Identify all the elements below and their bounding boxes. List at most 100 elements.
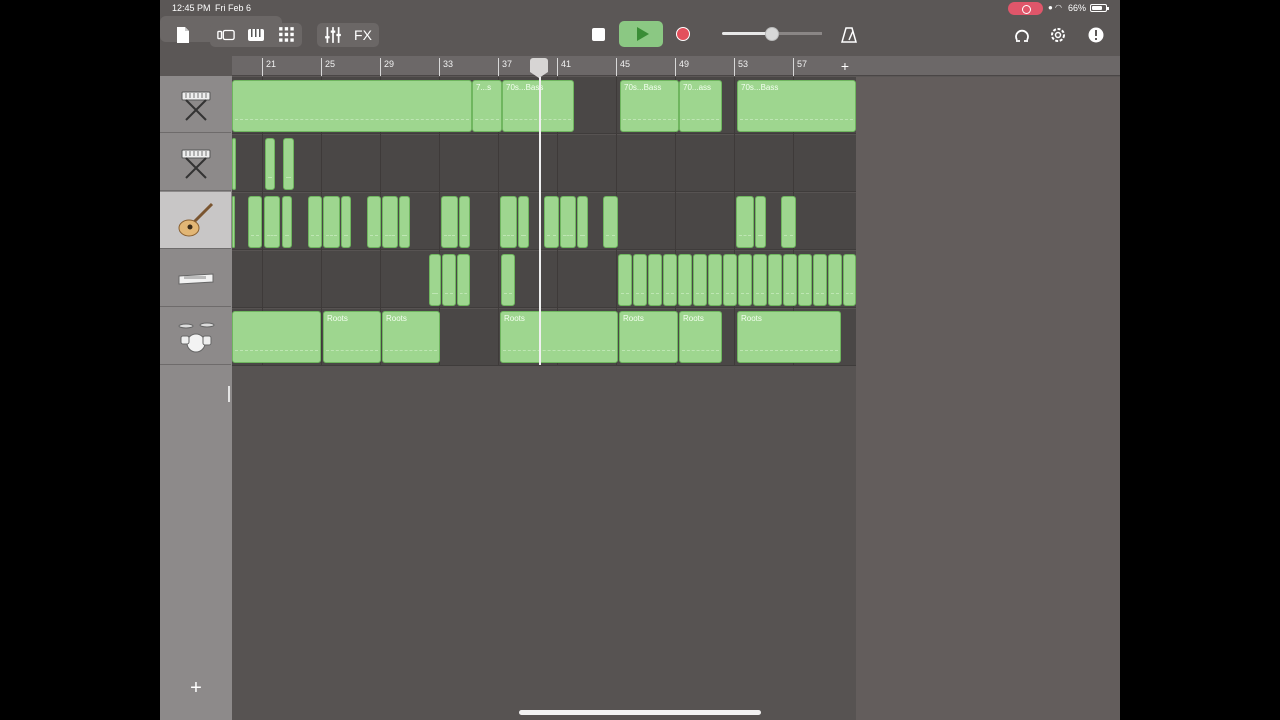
region[interactable]: [708, 254, 722, 306]
region[interactable]: Roots: [500, 311, 618, 363]
region[interactable]: [736, 196, 754, 248]
region[interactable]: [308, 196, 322, 248]
track-header-keyboard[interactable]: [160, 76, 231, 133]
wifi-icon: ● ◠: [1048, 3, 1063, 12]
region[interactable]: [783, 254, 797, 306]
region[interactable]: [382, 196, 398, 248]
region[interactable]: [693, 254, 707, 306]
region[interactable]: [399, 196, 410, 248]
region-label: 70s...Bass: [624, 83, 662, 92]
region[interactable]: [282, 196, 292, 248]
region[interactable]: 70s...Bass: [502, 80, 574, 132]
region[interactable]: Roots: [323, 311, 381, 363]
loop-icon[interactable]: [1012, 25, 1032, 45]
track-lane[interactable]: [232, 135, 856, 192]
region[interactable]: 70s...Bass: [737, 80, 856, 132]
track-header-synth[interactable]: [160, 250, 231, 307]
region[interactable]: [429, 254, 441, 306]
region[interactable]: 70...ass: [679, 80, 722, 132]
garageband-screen: 12:45 PM Fri Feb 6 ● ◠ 66% FX 21 25 29 3…: [160, 0, 1120, 720]
track-resize-handle[interactable]: [228, 386, 230, 402]
region[interactable]: [232, 196, 235, 248]
region[interactable]: [232, 80, 472, 132]
region[interactable]: [441, 196, 458, 248]
region[interactable]: 7...s: [472, 80, 502, 132]
region[interactable]: [560, 196, 576, 248]
battery-percentage: 66%: [1068, 3, 1087, 13]
play-button[interactable]: [619, 21, 663, 47]
region[interactable]: [738, 254, 752, 306]
region[interactable]: [264, 196, 280, 248]
region[interactable]: [577, 196, 588, 248]
bar-number: 29: [384, 59, 395, 69]
ruler-tick: [262, 58, 263, 76]
add-section-button[interactable]: +: [838, 58, 852, 74]
track-headers: [160, 76, 232, 720]
region[interactable]: [798, 254, 812, 306]
settings-icon[interactable]: [1048, 25, 1068, 45]
browser-icon[interactable]: [212, 23, 240, 47]
region[interactable]: [603, 196, 618, 248]
add-track-button[interactable]: +: [186, 677, 206, 699]
track-header-keyboard-2[interactable]: [160, 134, 231, 191]
region[interactable]: [544, 196, 559, 248]
region[interactable]: [648, 254, 662, 306]
record-button[interactable]: [666, 22, 700, 46]
ruler-empty-area: [856, 56, 1120, 76]
screen-recording-indicator[interactable]: [1008, 2, 1043, 15]
region-label: 70...ass: [683, 83, 712, 92]
region[interactable]: [755, 196, 766, 248]
region[interactable]: Roots: [679, 311, 722, 363]
region[interactable]: [723, 254, 737, 306]
region[interactable]: [663, 254, 677, 306]
playhead-handle[interactable]: [530, 58, 548, 78]
region[interactable]: [367, 196, 381, 248]
region[interactable]: [781, 196, 796, 248]
keys-icon[interactable]: [242, 23, 270, 47]
region-label: Roots: [386, 314, 407, 323]
ruler-tick: [380, 58, 381, 76]
region[interactable]: [618, 254, 632, 306]
region[interactable]: [633, 254, 647, 306]
region[interactable]: [232, 311, 321, 363]
region[interactable]: [813, 254, 827, 306]
region[interactable]: Roots: [737, 311, 841, 363]
track-header-drums[interactable]: [160, 308, 231, 365]
master-volume-knob[interactable]: [765, 27, 779, 41]
region[interactable]: Roots: [619, 311, 678, 363]
region[interactable]: [442, 254, 456, 306]
region[interactable]: [283, 138, 294, 190]
stop-button[interactable]: [580, 22, 616, 46]
fx-button[interactable]: FX: [349, 23, 377, 47]
region[interactable]: [518, 196, 529, 248]
mixer-icon[interactable]: [319, 23, 347, 47]
region[interactable]: Roots: [382, 311, 440, 363]
tracks-area[interactable]: 7...s 70s...Bass 70s...Bass 70...ass 70s…: [232, 77, 856, 720]
ruler-tick: [321, 58, 322, 76]
metronome-icon[interactable]: [839, 25, 859, 45]
home-indicator[interactable]: [519, 710, 761, 715]
region[interactable]: [323, 196, 340, 248]
region[interactable]: [753, 254, 767, 306]
region[interactable]: [828, 254, 842, 306]
region[interactable]: [501, 254, 515, 306]
play-icon: [636, 27, 649, 41]
ruler-tick: [439, 58, 440, 76]
region[interactable]: [459, 196, 470, 248]
region[interactable]: [232, 138, 236, 190]
region[interactable]: [678, 254, 692, 306]
grid-icon[interactable]: [273, 23, 301, 47]
document-icon[interactable]: [176, 26, 190, 44]
region[interactable]: [500, 196, 517, 248]
region[interactable]: [341, 196, 351, 248]
region[interactable]: [457, 254, 470, 306]
region-label: 7...s: [476, 83, 492, 92]
region[interactable]: [843, 254, 856, 306]
region[interactable]: [248, 196, 262, 248]
region[interactable]: [265, 138, 275, 190]
help-icon[interactable]: [1086, 25, 1106, 45]
region[interactable]: 70s...Bass: [620, 80, 679, 132]
region-label: 70s...Bass: [506, 83, 544, 92]
track-header-acoustic-guitar[interactable]: [160, 192, 231, 249]
region[interactable]: [768, 254, 782, 306]
